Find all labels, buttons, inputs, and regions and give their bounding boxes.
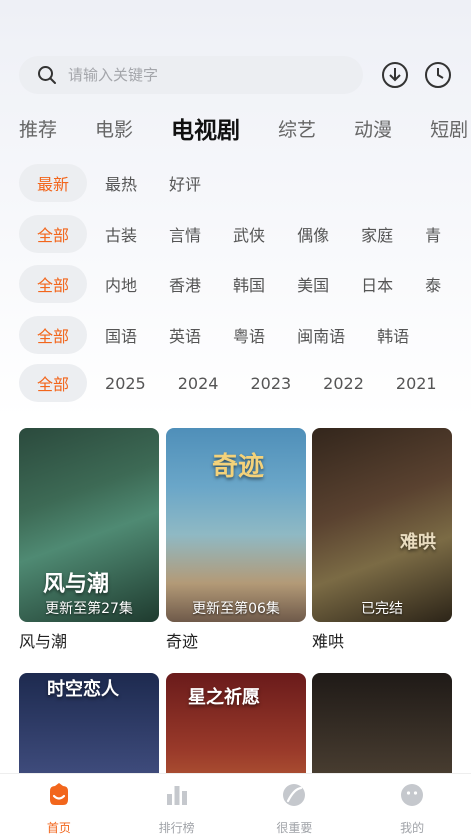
show-card[interactable]: 奇迹 更新至第06集 奇迹 [166, 428, 306, 652]
episode-badge: 更新至第06集 [192, 601, 280, 617]
show-title[interactable]: 奇迹 [166, 628, 306, 652]
filter-chip[interactable]: 日本 [361, 265, 393, 303]
filter-chip[interactable]: 家庭 [361, 215, 393, 253]
filter-chip[interactable]: 美国 [297, 265, 329, 303]
poster-image[interactable]: 风与潮 更新至第27集 [19, 428, 159, 622]
search-icon [37, 65, 57, 85]
filter-chip[interactable]: 英语 [169, 316, 201, 354]
filter-chip[interactable]: 2021 [396, 364, 437, 402]
filter-chip[interactable]: 2022 [323, 364, 364, 402]
leaf-icon [281, 782, 307, 808]
poster-image[interactable]: 难哄 已完结 [312, 428, 452, 622]
filter-chip[interactable]: 香港 [169, 265, 201, 303]
home-icon [46, 782, 72, 808]
tab-tv-series[interactable]: 电视剧 [171, 112, 240, 144]
tab-short-drama[interactable]: 短剧 [430, 115, 468, 142]
search-box[interactable] [19, 56, 363, 94]
show-title[interactable]: 难哄 [312, 628, 452, 652]
tab-movie[interactable]: 电影 [95, 115, 133, 142]
filter-chip[interactable]: 韩语 [377, 316, 409, 354]
smiley-face-icon [399, 782, 425, 808]
nav-important[interactable]: 很重要 [236, 774, 354, 839]
bar-chart-icon [164, 782, 190, 808]
nav-label: 排行榜 [158, 821, 195, 835]
poster-art-title: 难哄 [400, 532, 436, 553]
filter-chip[interactable]: 全部 [19, 215, 88, 253]
bottom-nav: 首页 排行榜 很重要 我的 [0, 773, 471, 839]
filter-chip[interactable]: 泰 [425, 265, 441, 303]
nav-home[interactable]: 首页 [0, 774, 118, 839]
nav-label: 首页 [46, 821, 71, 835]
search-row [19, 55, 459, 95]
poster-art-title: 奇迹 [212, 452, 265, 482]
filter-chip[interactable]: 全部 [19, 316, 88, 354]
poster-image[interactable]: 奇迹 更新至第06集 [166, 428, 306, 622]
filter-chip[interactable]: 韩国 [233, 265, 265, 303]
tab-anime[interactable]: 动漫 [354, 115, 392, 142]
filter-chip[interactable]: 2024 [178, 364, 219, 402]
filter-genre-row: 全部 古装 言情 武侠 偶像 家庭 青 [19, 215, 471, 253]
show-card[interactable]: 风与潮 更新至第27集 风与潮 [19, 428, 159, 652]
tab-recommend[interactable]: 推荐 [19, 115, 57, 142]
filter-chip[interactable]: 言情 [169, 215, 201, 253]
nav-label: 我的 [400, 821, 425, 835]
download-icon[interactable] [381, 61, 409, 89]
filter-language-row: 全部 国语 英语 粤语 闽南语 韩语 [19, 316, 471, 354]
filter-chip[interactable]: 最热 [105, 164, 137, 202]
filter-chip[interactable]: 全部 [19, 364, 88, 402]
filter-chip[interactable]: 2023 [250, 364, 291, 402]
filter-year-row: 全部 2025 2024 2023 2022 2021 [19, 364, 471, 402]
category-tabs: 推荐 电影 电视剧 综艺 动漫 短剧 [19, 112, 471, 144]
search-input[interactable] [68, 66, 328, 84]
filter-chip[interactable]: 国语 [105, 316, 137, 354]
filter-chip[interactable]: 粤语 [233, 316, 265, 354]
filter-region-row: 全部 内地 香港 韩国 美国 日本 泰 [19, 265, 471, 303]
poster-art-title: 风与潮 [43, 571, 110, 597]
filter-chip[interactable]: 好评 [169, 164, 201, 202]
history-icon[interactable] [424, 61, 452, 89]
filter-chip[interactable]: 武侠 [233, 215, 265, 253]
filter-chip[interactable]: 最新 [19, 164, 88, 202]
nav-ranking[interactable]: 排行榜 [118, 774, 236, 839]
filter-chip[interactable]: 2025 [105, 364, 146, 402]
episode-badge: 更新至第27集 [45, 601, 133, 617]
show-title[interactable]: 风与潮 [19, 628, 159, 652]
poster-art-title: 星之祈愿 [188, 687, 260, 708]
episode-badge: 已完结 [361, 601, 403, 617]
filter-sort-row: 最新 最热 好评 [19, 164, 471, 202]
nav-label: 很重要 [276, 821, 313, 835]
filter-chip[interactable]: 内地 [105, 265, 137, 303]
filter-chip[interactable]: 古装 [105, 215, 137, 253]
filter-chip[interactable]: 全部 [19, 265, 88, 303]
filter-chip[interactable]: 闽南语 [297, 316, 345, 354]
nav-mine[interactable]: 我的 [353, 774, 471, 839]
show-card[interactable]: 难哄 已完结 难哄 [312, 428, 452, 652]
tab-variety[interactable]: 综艺 [278, 115, 316, 142]
filter-chip[interactable]: 偶像 [297, 215, 329, 253]
poster-art-title: 时空恋人 [47, 679, 119, 700]
filter-chip[interactable]: 青 [425, 215, 441, 253]
